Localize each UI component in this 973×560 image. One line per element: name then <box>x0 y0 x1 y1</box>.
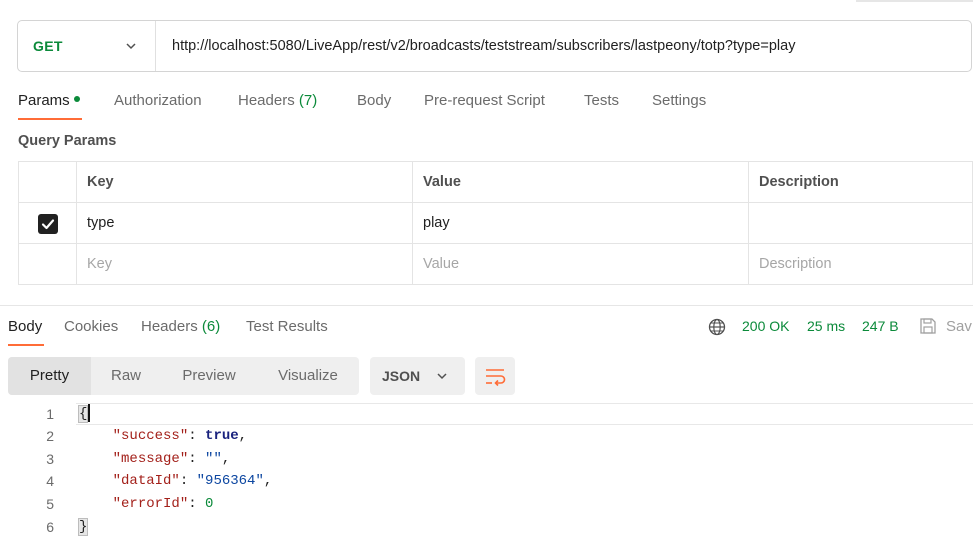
close-brace: } <box>77 518 89 536</box>
view-mode-group: Pretty Raw Preview Visualize <box>8 357 359 395</box>
code-line: 2 "success": true, <box>0 425 973 447</box>
tab-response-body[interactable]: Body <box>8 318 42 335</box>
new-row-check-cell <box>18 243 77 285</box>
line-number: 5 <box>46 496 54 512</box>
pane-divider[interactable] <box>0 305 973 306</box>
view-raw-button[interactable]: Raw <box>91 357 161 395</box>
tab-params[interactable]: Params <box>18 92 80 109</box>
code-line: 1 { <box>0 403 973 425</box>
tab-headers-label: Headers <box>238 92 295 109</box>
new-description-input[interactable]: Description <box>748 243 973 285</box>
line-number: 2 <box>46 428 54 444</box>
headers-count: (7) <box>298 92 318 109</box>
tab-settings[interactable]: Settings <box>652 92 706 109</box>
param-enabled-checkbox[interactable] <box>37 214 58 234</box>
view-preview-button[interactable]: Preview <box>161 357 257 395</box>
json-value: 0 <box>205 496 214 512</box>
method-select[interactable]: GET <box>18 21 156 71</box>
tab-body[interactable]: Body <box>357 92 391 109</box>
response-headers-count: (6) <box>201 318 221 335</box>
json-value: true <box>205 428 239 444</box>
column-description: Description <box>748 161 973 203</box>
tab-test-results[interactable]: Test Results <box>246 318 328 335</box>
table-header-check <box>18 161 77 203</box>
top-edge <box>856 0 973 2</box>
tab-cookies[interactable]: Cookies <box>64 318 118 335</box>
json-value: "956364" <box>196 473 264 489</box>
query-params-table: Key Value Description type play Key Valu… <box>18 161 973 285</box>
code-line: 4 "dataId": "956364", <box>0 470 973 492</box>
current-line-highlight <box>76 403 973 425</box>
json-key: "message" <box>112 451 189 467</box>
json-key: "errorId" <box>112 496 189 512</box>
format-label: JSON <box>382 368 421 384</box>
line-number: 6 <box>46 519 54 535</box>
save-response-button[interactable]: Sav <box>946 318 972 335</box>
tab-tests[interactable]: Tests <box>584 92 619 109</box>
tab-authorization[interactable]: Authorization <box>114 92 202 109</box>
code-text: { <box>77 403 91 425</box>
format-select[interactable]: JSON <box>370 357 465 395</box>
code-line: 5 "errorId": 0 <box>0 493 973 515</box>
query-params-title: Query Params <box>18 133 117 149</box>
tab-response-headers-label: Headers <box>141 318 198 335</box>
code-text: "success": true, <box>112 428 248 444</box>
line-number: 1 <box>46 406 54 422</box>
globe-icon[interactable] <box>707 317 727 337</box>
tab-pre-request-script[interactable]: Pre-request Script <box>424 92 545 109</box>
chevron-down-icon <box>126 43 136 50</box>
param-key-cell[interactable]: type <box>76 202 413 244</box>
new-value-input[interactable]: Value <box>412 243 749 285</box>
column-key: Key <box>76 161 413 203</box>
params-active-dot <box>73 96 80 103</box>
response-tab-indicator <box>8 344 44 346</box>
text-cursor <box>88 404 91 423</box>
code-text: "dataId": "956364", <box>112 473 273 489</box>
row-check-cell <box>18 202 77 244</box>
tab-headers[interactable]: Headers (7) <box>238 92 317 109</box>
table-header-row: Key Value Description <box>18 161 973 203</box>
table-row-new: Key Value Description <box>18 243 973 285</box>
chevron-down-icon <box>437 373 447 380</box>
view-pretty-button[interactable]: Pretty <box>8 357 91 395</box>
wrap-lines-button[interactable] <box>475 357 515 395</box>
method-label: GET <box>33 38 63 54</box>
wrap-lines-icon <box>486 369 506 387</box>
code-line: 3 "message": "", <box>0 448 973 470</box>
code-text: } <box>77 516 89 538</box>
param-description-cell[interactable] <box>748 202 973 244</box>
url-input[interactable] <box>172 38 962 54</box>
code-text: "message": "", <box>112 451 231 467</box>
new-key-input[interactable]: Key <box>76 243 413 285</box>
view-visualize-button[interactable]: Visualize <box>257 357 359 395</box>
json-key: "success" <box>112 428 189 444</box>
column-value: Value <box>412 161 749 203</box>
status-code[interactable]: 200 OK <box>742 318 789 334</box>
open-brace: { <box>77 405 89 423</box>
line-number: 3 <box>46 451 54 467</box>
code-line: 6 } <box>0 516 973 538</box>
save-icon[interactable] <box>918 316 938 336</box>
response-time[interactable]: 25 ms <box>807 318 845 334</box>
active-tab-indicator <box>18 118 82 120</box>
code-text: "errorId": 0 <box>112 496 214 512</box>
request-url-bar: GET <box>17 20 972 72</box>
checkmark-icon <box>41 219 54 230</box>
json-key: "dataId" <box>112 473 180 489</box>
tab-response-headers[interactable]: Headers (6) <box>141 318 220 335</box>
line-number: 4 <box>46 473 54 489</box>
tab-params-label: Params <box>18 92 70 109</box>
param-value-cell[interactable]: play <box>412 202 749 244</box>
response-size[interactable]: 247 B <box>862 318 899 334</box>
json-value: "" <box>205 451 222 467</box>
table-row: type play <box>18 202 973 244</box>
